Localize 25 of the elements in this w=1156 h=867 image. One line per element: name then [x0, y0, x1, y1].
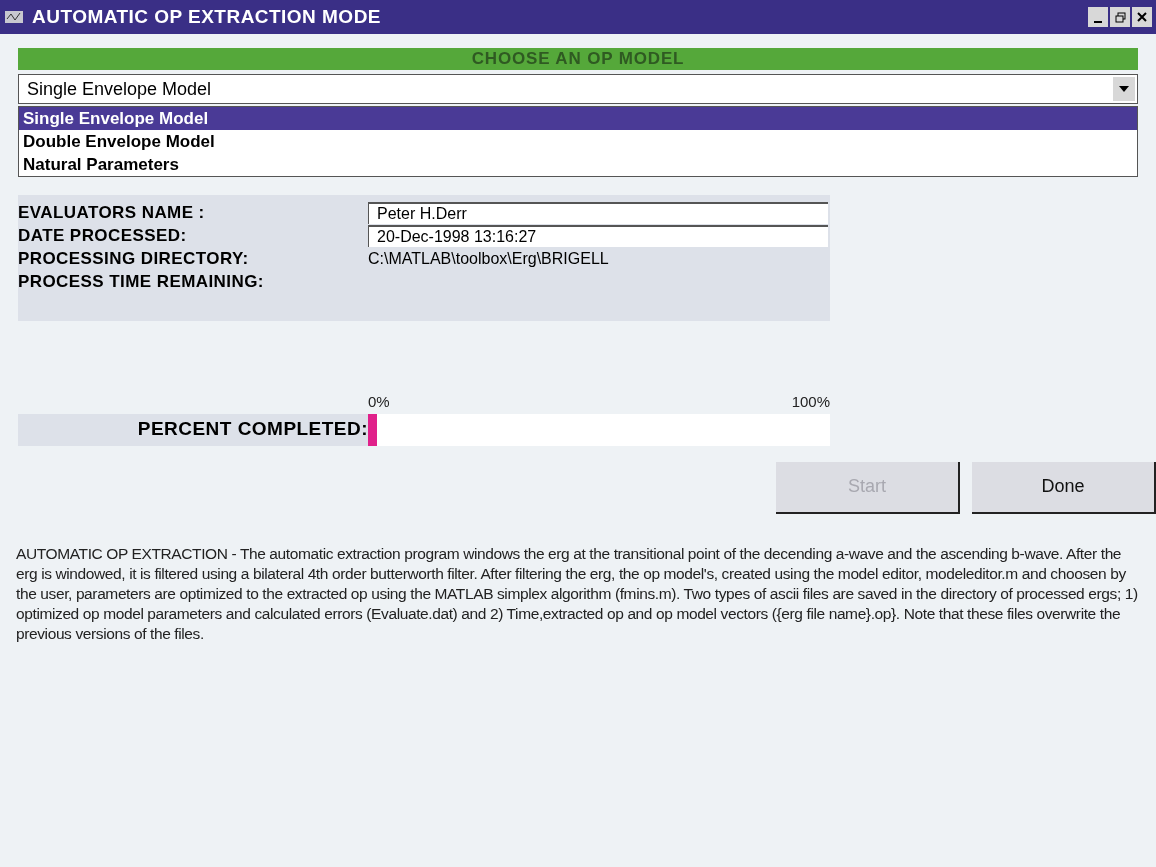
close-icon	[1137, 12, 1147, 22]
field-label: DATE PROCESSED:	[18, 224, 188, 247]
field-label: EVALUATORS NAME :	[18, 201, 206, 224]
dropdown-option[interactable]: Double Envelope Model	[19, 130, 1137, 153]
minimize-button[interactable]	[1088, 7, 1108, 27]
text-field[interactable]: Peter H.Derr	[368, 201, 828, 224]
dropdown-option[interactable]: Single Envelope Model	[19, 107, 1137, 130]
directory-text: C:\MATLAB\toolbox\Erg\BRIGELL	[368, 248, 609, 269]
restore-icon	[1114, 11, 1126, 23]
model-dropdown[interactable]: Single Envelope Model	[18, 74, 1138, 104]
done-button[interactable]: Done	[972, 461, 1156, 514]
progress-min-label: 0%	[368, 392, 390, 412]
close-button[interactable]	[1132, 7, 1152, 27]
dropdown-option[interactable]: Natural Parameters	[19, 153, 1137, 176]
minimize-icon	[1094, 21, 1102, 23]
section-header: CHOOSE AN OP MODEL	[18, 48, 1138, 70]
field-label: PROCESSING DIRECTORY:	[18, 247, 250, 270]
window-title: AUTOMATIC OP EXTRACTION MODE	[32, 4, 381, 29]
app-icon	[4, 9, 24, 25]
description-text: AUTOMATIC OP EXTRACTION - The automatic extraction program windows the erg at the transitional point of the decending a-wave and the ascending b-wave. After the erg is windowed, it is filtered using a bilateral 4th order butterworth filter. After filtering the erg, the op model's, created using the model editor, modeleditor.m and choosen by the user, parameters are optimized to the extracted op using the MATLAB simplex algorithm (fmins.m). Two types of ascii files are saved in the directory of processed ergs; 1) optimized op model parameters and calculated errors (Evaluate.dat) and 2) Time,extracted op and op model vectors ({erg file name}.op}. Note that these files overwrite the previous versions of the files.	[15, 543, 1139, 644]
progress-label: PERCENT COMPLETED:	[136, 417, 368, 442]
progress-max-label: 100%	[791, 392, 830, 412]
text-field[interactable]: 20-Dec-1998 13:16:27	[368, 224, 828, 247]
field-label: PROCESS TIME REMAINING:	[18, 270, 265, 293]
maximize-button[interactable]	[1110, 7, 1130, 27]
